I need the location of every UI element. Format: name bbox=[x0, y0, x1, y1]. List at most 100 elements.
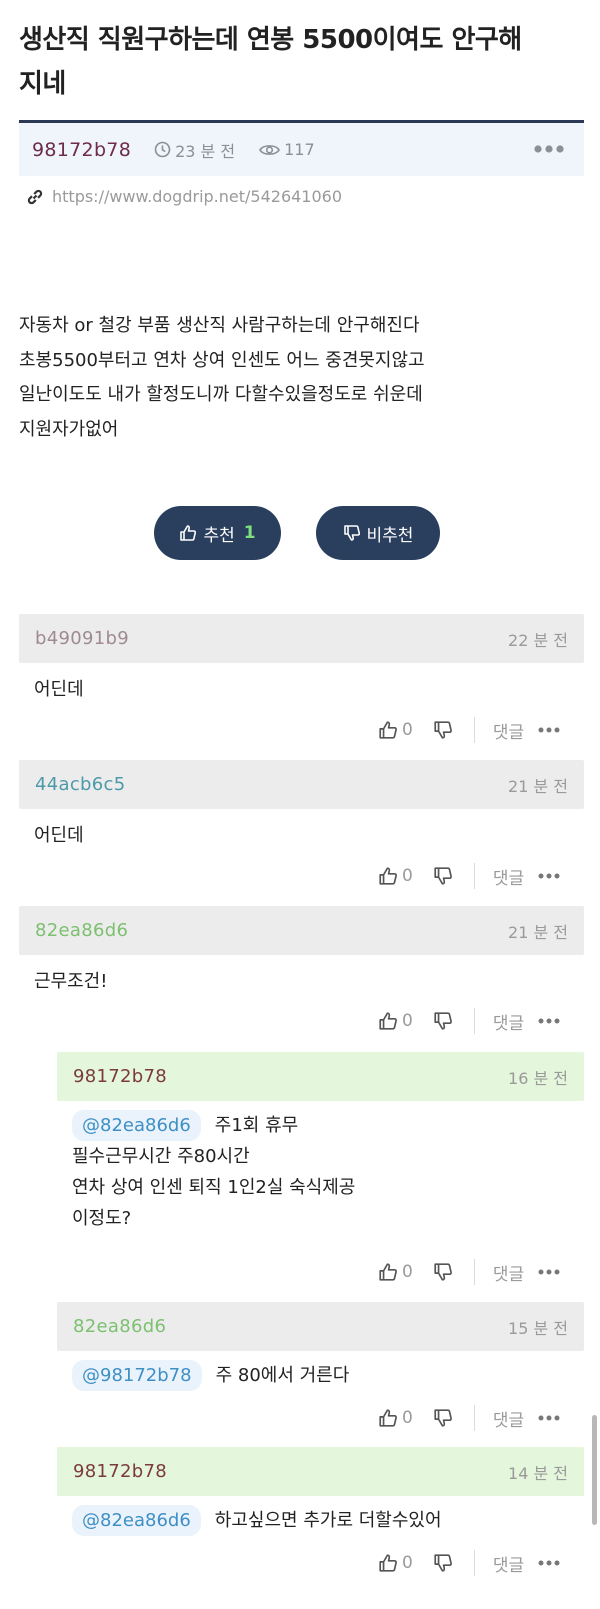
comment-like-count: 0 bbox=[402, 1011, 413, 1031]
thumbs-down-icon bbox=[434, 1554, 452, 1572]
thumbs-up-icon bbox=[379, 1554, 397, 1572]
comment-more-button[interactable] bbox=[538, 873, 560, 879]
clock-icon bbox=[154, 141, 171, 158]
comment-dislike-button[interactable] bbox=[433, 866, 453, 886]
post-url-row[interactable]: https://www.dogdrip.net/542641060 bbox=[26, 187, 342, 206]
comment-author[interactable]: 82ea86d6 bbox=[73, 1316, 166, 1337]
comment-time: 22 분 전 bbox=[508, 630, 568, 650]
post-author[interactable]: 98172b78 bbox=[32, 139, 131, 161]
comment-text-line: 하고싶으면 추가로 더할수있어 bbox=[214, 1510, 442, 1531]
comment-more-button[interactable] bbox=[538, 1560, 560, 1566]
comment-actions: 0 댓글 bbox=[378, 1548, 560, 1578]
comment-like-button[interactable]: 0 bbox=[378, 1553, 413, 1573]
comment-more-button[interactable] bbox=[538, 727, 560, 733]
comment-author[interactable]: 98172b78 bbox=[73, 1066, 167, 1087]
comment-header: 82ea86d6 21 분 전 bbox=[19, 906, 584, 955]
comment-like-button[interactable]: 0 bbox=[378, 1262, 413, 1282]
comment-text: 어딘데 bbox=[34, 820, 84, 851]
comment-more-button[interactable] bbox=[538, 1018, 560, 1024]
comment-like-button[interactable]: 0 bbox=[378, 1408, 413, 1428]
comment-text: @98172b78 주 80에서 거른다 bbox=[72, 1360, 349, 1391]
more-dots-icon bbox=[538, 727, 560, 733]
comment-dislike-button[interactable] bbox=[433, 1011, 453, 1031]
comment-author[interactable]: 82ea86d6 bbox=[35, 920, 128, 941]
post-title-line-1: 생산직 직원구하는데 연봉 5500이여도 안구해 bbox=[19, 25, 522, 55]
post-body-line: 자동차 or 철강 부품 생산직 사람구하는데 안구해진다 bbox=[19, 315, 420, 336]
thumbs-down-icon bbox=[434, 1263, 452, 1281]
post-body-line: 초봉5500부터고 연차 상여 인센도 어느 중견못지않고 bbox=[19, 349, 425, 371]
post-meta-bar: 98172b78 23 분 전 117 bbox=[19, 120, 584, 176]
comment-dislike-button[interactable] bbox=[433, 1262, 453, 1282]
comment-reply-button[interactable]: 댓글 bbox=[493, 718, 524, 743]
post-time: 23 분 전 bbox=[154, 138, 235, 162]
comment-reply-button[interactable]: 댓글 bbox=[493, 1551, 524, 1576]
divider bbox=[473, 1008, 475, 1034]
comment-reply-button[interactable]: 댓글 bbox=[493, 1260, 524, 1285]
mention-tag[interactable]: @98172b78 bbox=[72, 1360, 202, 1391]
reply-header: 82ea86d6 15 분 전 bbox=[57, 1302, 584, 1351]
thumbs-up-icon bbox=[379, 1409, 397, 1427]
upvote-label: 추천 bbox=[203, 525, 235, 546]
thumbs-down-icon bbox=[343, 525, 360, 541]
comment-text-line: 근무조건! bbox=[34, 971, 108, 992]
reply-header: 98172b78 16 분 전 bbox=[57, 1052, 584, 1101]
comment-like-count: 0 bbox=[402, 1408, 413, 1428]
divider bbox=[473, 1405, 475, 1431]
comment-time: 15 분 전 bbox=[508, 1318, 568, 1338]
more-dots-icon bbox=[538, 1415, 560, 1421]
post-body-line: 일난이도도 내가 할정도니까 다할수있을정도로 쉬운데 bbox=[19, 384, 423, 405]
comment-dislike-button[interactable] bbox=[433, 720, 453, 740]
post-body: 자동차 or 철강 부품 생산직 사람구하는데 안구해진다 초봉5500부터고 … bbox=[19, 309, 579, 447]
upvote-button[interactable]: 추천 1 bbox=[154, 506, 281, 560]
comment-like-count: 0 bbox=[402, 720, 413, 740]
thumbs-up-icon bbox=[379, 721, 397, 739]
mention-tag[interactable]: @82ea86d6 bbox=[72, 1505, 201, 1536]
comment-text-line: 필수근무시간 주80시간 bbox=[72, 1146, 250, 1167]
comment-text: 근무조건! bbox=[34, 966, 107, 997]
comment-text-line: 연차 상여 인센 퇴직 1인2실 숙식제공 bbox=[72, 1177, 356, 1198]
comment-time: 16 분 전 bbox=[508, 1068, 568, 1088]
comment-like-count: 0 bbox=[402, 1553, 413, 1573]
comment-text-line: 어딘데 bbox=[34, 679, 84, 700]
downvote-button[interactable]: 비추천 bbox=[316, 506, 440, 560]
comment-reply-button[interactable]: 댓글 bbox=[493, 1009, 524, 1034]
comment-time: 14 분 전 bbox=[508, 1463, 568, 1483]
comment-text-line: 주1회 휴무 bbox=[214, 1115, 299, 1136]
post-title: 생산직 직원구하는데 연봉 5500이여도 안구해 지네 bbox=[19, 18, 579, 106]
comment-text: @82ea86d6 하고싶으면 추가로 더할수있어 bbox=[72, 1505, 442, 1536]
comment-time: 21 분 전 bbox=[508, 922, 568, 942]
comment-reply-button[interactable]: 댓글 bbox=[493, 1406, 524, 1431]
comment-dislike-button[interactable] bbox=[433, 1408, 453, 1428]
comment-like-count: 0 bbox=[402, 1262, 413, 1282]
mention-tag[interactable]: @82ea86d6 bbox=[72, 1110, 201, 1141]
comment-author[interactable]: 98172b78 bbox=[73, 1461, 167, 1482]
comment-like-button[interactable]: 0 bbox=[378, 720, 413, 740]
comment-author[interactable]: b49091b9 bbox=[35, 628, 129, 649]
post-views: 117 bbox=[259, 140, 315, 159]
comment-like-count: 0 bbox=[402, 866, 413, 886]
comment-text-line: 주 80에서 거른다 bbox=[215, 1365, 350, 1386]
thumbs-down-icon bbox=[434, 1409, 452, 1427]
comment-header: 44acb6c5 21 분 전 bbox=[19, 760, 584, 809]
post-more-button[interactable] bbox=[534, 139, 564, 158]
comment-actions: 0 댓글 bbox=[378, 1403, 560, 1433]
comment-text-line: 어딘데 bbox=[34, 825, 84, 846]
thumbs-down-icon bbox=[434, 1012, 452, 1030]
thumbs-up-icon bbox=[379, 867, 397, 885]
comment-like-button[interactable]: 0 bbox=[378, 866, 413, 886]
comment-more-button[interactable] bbox=[538, 1415, 560, 1421]
comment-more-button[interactable] bbox=[538, 1269, 560, 1275]
comment-actions: 0 댓글 bbox=[378, 1257, 560, 1287]
more-dots-icon bbox=[538, 1018, 560, 1024]
scrollbar[interactable] bbox=[592, 1415, 597, 1525]
comment-actions: 0 댓글 bbox=[378, 861, 560, 891]
comment-author[interactable]: 44acb6c5 bbox=[35, 774, 125, 795]
comment-dislike-button[interactable] bbox=[433, 1553, 453, 1573]
post-url[interactable]: https://www.dogdrip.net/542641060 bbox=[52, 187, 342, 206]
comment-text-line: 이정도? bbox=[72, 1208, 132, 1229]
more-dots-icon bbox=[538, 1269, 560, 1275]
comment-reply-button[interactable]: 댓글 bbox=[493, 864, 524, 889]
comment-like-button[interactable]: 0 bbox=[378, 1011, 413, 1031]
comment-text: 어딘데 bbox=[34, 674, 84, 705]
post-body-line: 지원자가없어 bbox=[19, 418, 119, 440]
